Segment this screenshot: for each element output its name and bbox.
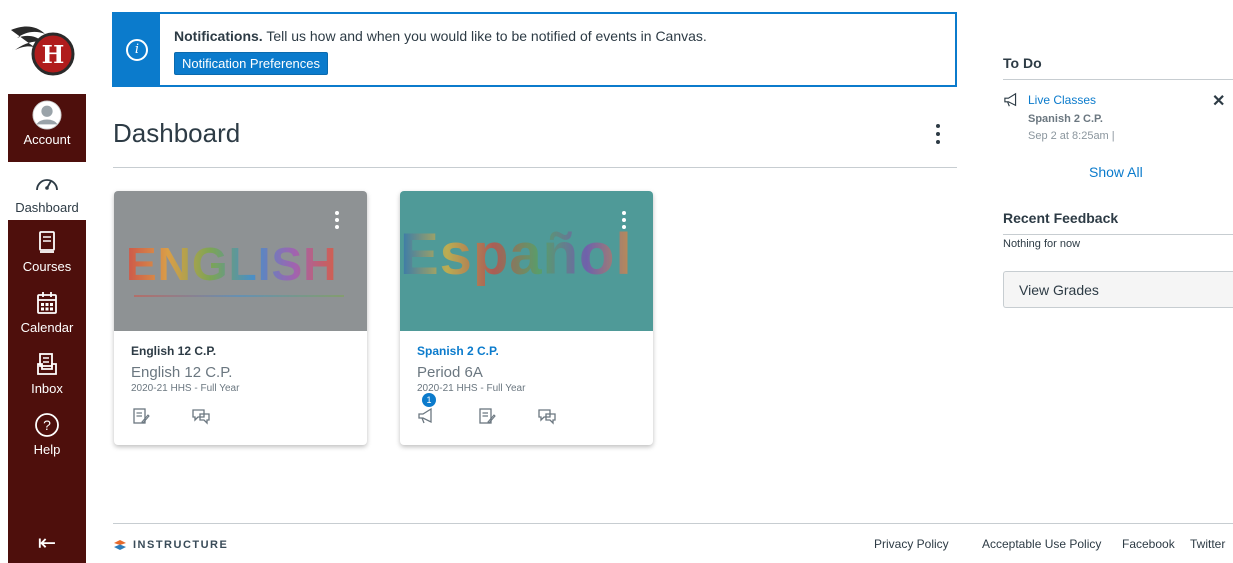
todo-divider: [1003, 79, 1233, 80]
course-hero-text: ENGLISH: [126, 238, 338, 290]
nav-courses[interactable]: Courses: [8, 223, 86, 281]
instructure-icon: [114, 540, 126, 550]
course-code: Period 6A: [417, 364, 483, 381]
notification-preferences-button[interactable]: Notification Preferences: [174, 52, 329, 75]
nav-courses-label: Courses: [22, 259, 72, 274]
todo-item-date: Sep 2 at 8:25am |: [1028, 130, 1115, 142]
calendar-icon: [32, 288, 62, 318]
global-nav: H Account Dashboard Courses Calendar Inb…: [0, 0, 86, 563]
announcement-icon: [1003, 92, 1021, 108]
nav-account[interactable]: Account: [8, 94, 86, 160]
nav-inbox-label: Inbox: [31, 381, 63, 396]
course-card-english[interactable]: ENGLISH English 12 C.P. English 12 C.P. …: [114, 191, 367, 445]
nav-calendar[interactable]: Calendar: [8, 284, 86, 342]
logo-letter: H: [42, 40, 65, 69]
instructure-brand: INSTRUCTURE: [133, 539, 229, 551]
course-card-spanish[interactable]: Español Spanish 2 C.P. Period 6A 2020-21…: [400, 191, 653, 445]
unread-badge: 1: [422, 393, 436, 407]
school-logo[interactable]: H: [0, 0, 86, 94]
announcements-icon[interactable]: [417, 406, 437, 426]
hero-decoration: [134, 295, 344, 297]
nav-account-label: Account: [23, 132, 71, 147]
kebab-dot: [622, 211, 626, 215]
nav-help[interactable]: ? Help: [8, 406, 86, 464]
course-card-actions: [417, 406, 557, 430]
facebook-link[interactable]: Facebook: [1122, 537, 1175, 551]
kebab-dot: [335, 225, 339, 229]
view-grades-button[interactable]: View Grades: [1003, 271, 1233, 308]
kebab-dot: [936, 140, 940, 144]
acceptable-use-policy-link[interactable]: Acceptable Use Policy: [982, 537, 1101, 551]
course-term: 2020-21 HHS - Full Year: [131, 383, 240, 394]
instructure-logo[interactable]: INSTRUCTURE: [113, 539, 228, 551]
info-icon: i: [126, 38, 148, 61]
assignments-icon[interactable]: [131, 406, 151, 426]
privacy-policy-link[interactable]: Privacy Policy: [874, 537, 949, 551]
todo-heading: To Do: [1003, 55, 1042, 71]
kebab-dot: [936, 132, 940, 136]
dismiss-todo-button[interactable]: ✕: [1212, 91, 1225, 111]
todo-item-link[interactable]: Live Classes: [1028, 93, 1096, 107]
nav-calendar-label: Calendar: [20, 320, 74, 335]
dashboard-options-button[interactable]: [928, 120, 948, 148]
courses-icon: [32, 227, 62, 257]
kebab-dot: [335, 218, 339, 222]
school-logo-icon: H: [11, 26, 75, 76]
todo-item-course: Spanish 2 C.P.: [1028, 113, 1103, 125]
kebab-dot: [936, 124, 940, 128]
feedback-divider: [1003, 234, 1233, 235]
discussions-icon[interactable]: [191, 406, 211, 426]
course-code: English 12 C.P.: [131, 364, 233, 381]
course-name[interactable]: English 12 C.P.: [131, 344, 216, 358]
notification-text: Notifications. Tell us how and when you …: [174, 28, 707, 44]
kebab-dot: [622, 225, 626, 229]
course-card-image[interactable]: ENGLISH: [114, 191, 367, 331]
avatar: [32, 100, 62, 130]
show-all-link[interactable]: Show All: [1089, 164, 1143, 180]
inbox-icon: [32, 349, 62, 379]
notification-message: Tell us how and when you would like to b…: [266, 28, 707, 44]
notification-title: Notifications.: [174, 28, 263, 44]
discussions-icon[interactable]: [537, 406, 557, 426]
notification-banner: i Notifications. Tell us how and when yo…: [112, 12, 957, 87]
recent-feedback-empty: Nothing for now: [1003, 238, 1081, 250]
notification-side: i: [114, 14, 160, 85]
nav-dashboard-label: Dashboard: [15, 200, 79, 215]
collapse-arrow-icon: ⇤: [37, 530, 57, 555]
recent-feedback-heading: Recent Feedback: [1003, 210, 1119, 226]
twitter-link[interactable]: Twitter: [1190, 537, 1225, 551]
footer-divider: [113, 523, 1233, 524]
nav-inbox[interactable]: Inbox: [8, 345, 86, 403]
course-hero-text: Español: [400, 222, 633, 287]
assignments-icon[interactable]: [477, 406, 497, 426]
course-card-image[interactable]: Español: [400, 191, 653, 331]
card-options-button[interactable]: [618, 211, 630, 235]
svg-text:?: ?: [43, 417, 51, 433]
help-icon: ?: [32, 410, 62, 440]
page-title: Dashboard: [113, 118, 241, 148]
nav-help-label: Help: [33, 442, 61, 457]
course-name[interactable]: Spanish 2 C.P.: [417, 344, 499, 358]
course-term: 2020-21 HHS - Full Year: [417, 383, 526, 394]
nav-dashboard[interactable]: Dashboard: [8, 162, 86, 220]
kebab-dot: [335, 211, 339, 215]
course-card-actions: [131, 406, 211, 430]
collapse-nav-button[interactable]: ⇤: [8, 523, 86, 563]
dashboard-icon: [32, 168, 62, 198]
kebab-dot: [622, 218, 626, 222]
header-divider: [113, 167, 957, 168]
card-options-button[interactable]: [331, 211, 343, 235]
